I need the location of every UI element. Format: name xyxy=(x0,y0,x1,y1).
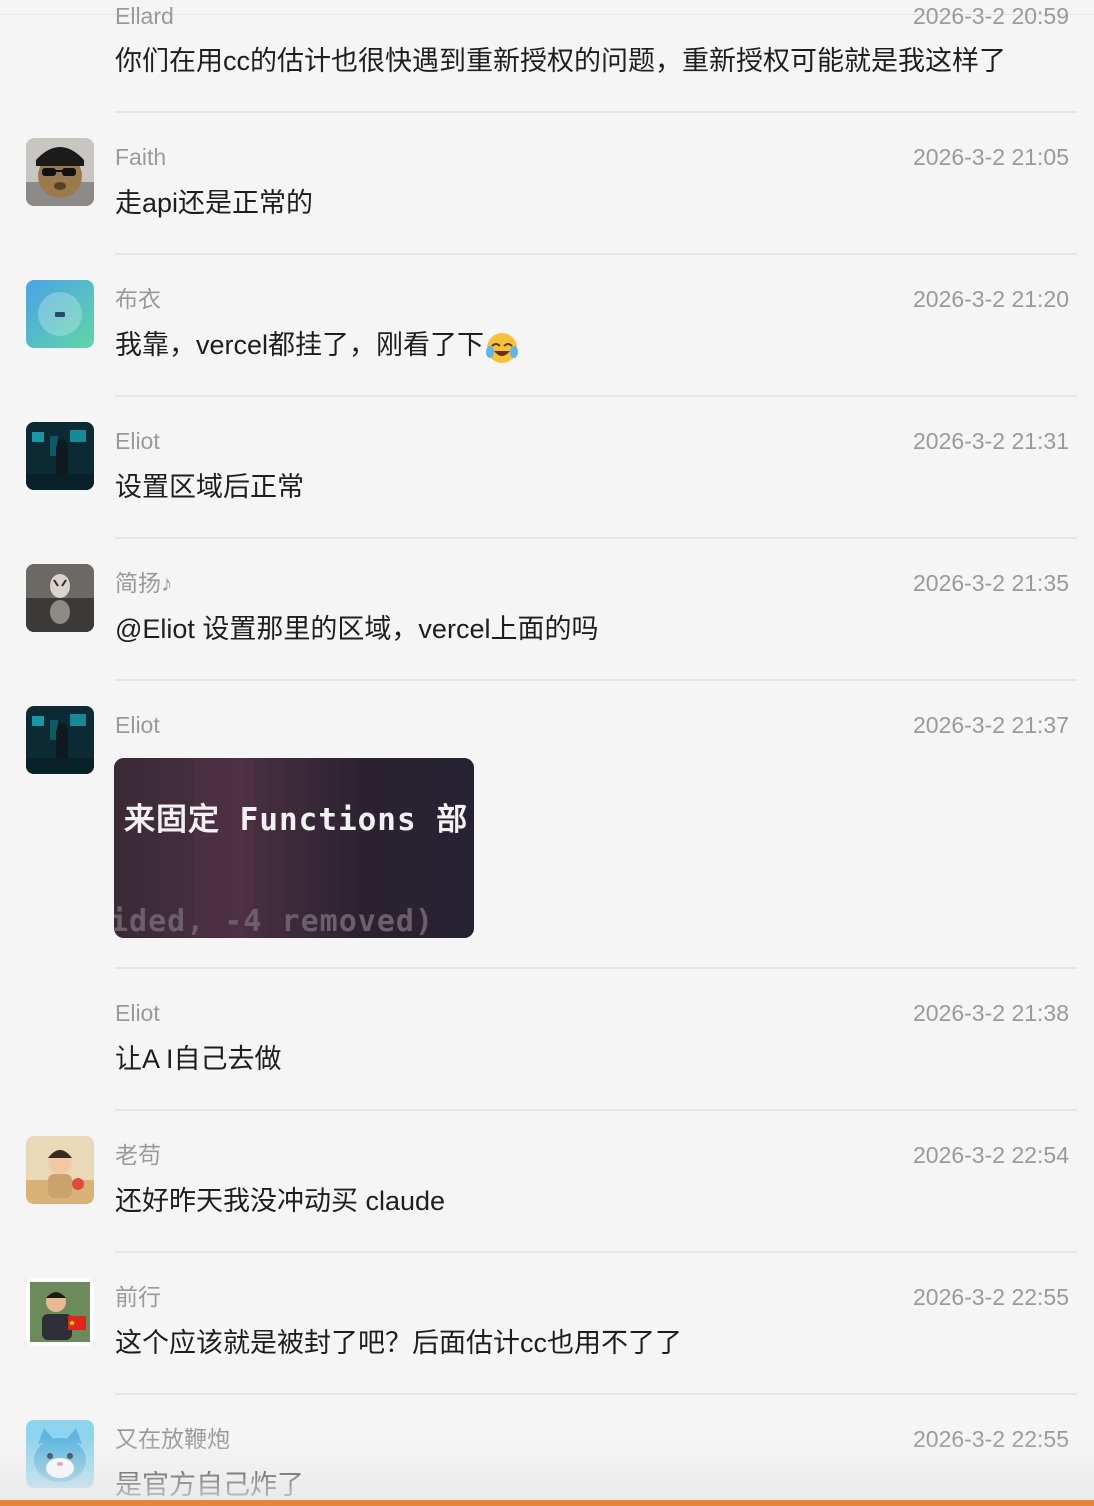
avatar-image-person-flag xyxy=(26,1278,94,1346)
message-text: 你们在用cc的估计也很快遇到重新授权的问题，重新授权可能就是我这样了 xyxy=(115,46,1006,76)
avatar[interactable] xyxy=(26,280,94,348)
image-text-line: ided, -4 removed) xyxy=(114,904,435,938)
message-time: 2026-3-2 21:20 xyxy=(912,286,1069,312)
message-text: 这个应该就是被封了吧？后面估计cc也用不了了 xyxy=(115,1328,682,1358)
message-text: 是官方自己炸了 xyxy=(115,1470,304,1500)
message-time: 2026-3-2 22:55 xyxy=(912,1284,1069,1310)
divider xyxy=(115,253,1077,255)
avatar-image-tiger xyxy=(26,564,94,632)
message-time: 2026-3-2 21:38 xyxy=(912,1000,1069,1026)
divider xyxy=(115,967,1077,969)
message-text: 还好昨天我没冲动买 claude xyxy=(115,1186,446,1216)
sender-name[interactable]: Eliot xyxy=(115,711,160,739)
avatar[interactable] xyxy=(26,1420,94,1488)
message-text-row: 我靠，vercel都挂了，刚看了下 xyxy=(115,328,519,364)
sender-name[interactable]: 布衣 xyxy=(115,285,161,313)
sender-name[interactable]: Eliot xyxy=(115,427,160,455)
sender-name[interactable]: 前行 xyxy=(115,1283,161,1311)
avatar[interactable] xyxy=(26,422,94,490)
avatar-image-child xyxy=(26,1136,94,1204)
message-feed[interactable]: Ellard 2026-3-2 20:59 你们在用cc的估计也很快遇到重新授权… xyxy=(0,0,1094,1506)
divider xyxy=(115,1251,1077,1253)
avatar[interactable] xyxy=(26,1278,94,1346)
divider xyxy=(115,679,1077,681)
message-time: 2026-3-2 22:54 xyxy=(912,1142,1069,1168)
sender-name[interactable]: Eliot xyxy=(115,999,160,1027)
avatar[interactable] xyxy=(26,1136,94,1204)
avatar[interactable] xyxy=(26,138,94,206)
message-time: 2026-3-2 21:31 xyxy=(912,428,1069,454)
message-time: 2026-3-2 21:35 xyxy=(912,570,1069,596)
avatar[interactable] xyxy=(26,706,94,774)
avatar-image-bear-sunglasses xyxy=(26,138,94,206)
message-text: 走api还是正常的 xyxy=(115,188,314,218)
message-text: 设置区域后正常 xyxy=(115,472,304,502)
divider xyxy=(115,1109,1077,1111)
divider xyxy=(115,537,1077,539)
message-time: 2026-3-2 22:55 xyxy=(912,1426,1069,1452)
message-text: 让A I自己去做 xyxy=(115,1044,282,1074)
divider xyxy=(115,111,1077,113)
bottom-accent-bar xyxy=(0,1500,1094,1506)
sender-name[interactable]: Faith xyxy=(115,143,166,171)
image-text-line: 来固定 Functions 部 xyxy=(124,802,469,838)
avatar-image-cartoon-cat xyxy=(26,1420,94,1488)
sender-name[interactable]: Ellard xyxy=(115,2,174,30)
image-attachment[interactable]: 来固定 Functions 部 ided, -4 removed) xyxy=(114,758,474,938)
sender-name[interactable]: 简扬♪ xyxy=(115,569,173,597)
divider xyxy=(115,1393,1077,1395)
avatar-image-neon-city xyxy=(26,706,94,774)
laughing-crying-emoji-icon xyxy=(486,332,519,363)
sender-name[interactable]: 老苟 xyxy=(115,1141,161,1169)
sender-name[interactable]: 又在放鞭炮 xyxy=(115,1425,230,1453)
message-time: 2026-3-2 21:37 xyxy=(912,712,1069,738)
message-time: 2026-3-2 20:59 xyxy=(912,3,1069,29)
avatar[interactable] xyxy=(26,564,94,632)
avatar-image-gradient-orb xyxy=(26,280,94,348)
message-text: 我靠，vercel都挂了，刚看了下 xyxy=(115,330,485,360)
message-time: 2026-3-2 21:05 xyxy=(912,144,1069,170)
avatar-image-neon-city xyxy=(26,422,94,490)
divider xyxy=(115,395,1077,397)
message-text: @Eliot 设置那里的区域，vercel上面的吗 xyxy=(115,614,599,644)
